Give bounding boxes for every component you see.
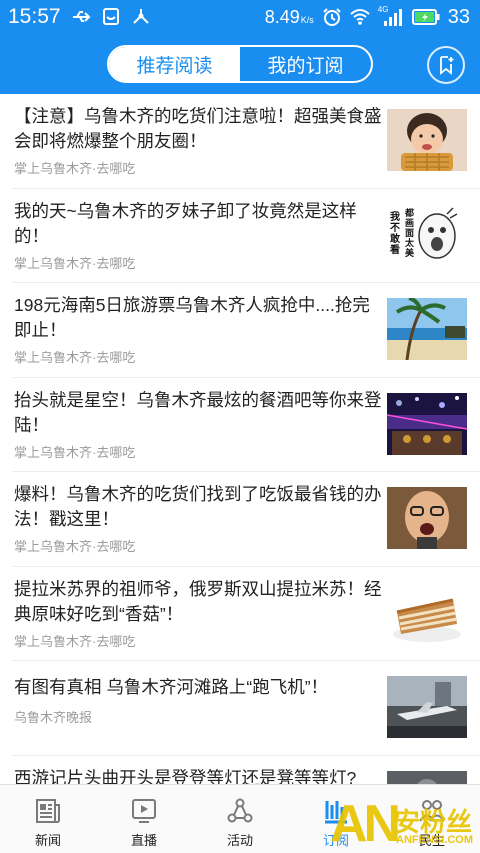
article-thumbnail — [387, 676, 467, 738]
tab-my-subscriptions[interactable]: 我的订阅 — [240, 47, 371, 81]
article-title: 提拉米苏界的祖师爷，俄罗斯双山提拉米苏！经典原味好吃到“香菇”！ — [14, 578, 382, 624]
article-source: 乌鲁木齐晚报 — [14, 710, 93, 725]
article-source: 掌上乌鲁木齐·去哪吃 — [14, 350, 136, 365]
battery-charging-icon — [411, 9, 440, 25]
article-title: 抬头就是星空！乌鲁木齐最炫的餐酒吧等你来登陆！ — [14, 389, 382, 435]
people-icon — [419, 800, 445, 822]
battery-level: 33 — [447, 5, 470, 28]
article-thumbnail: 我不敢看 都画面太美 — [387, 203, 467, 266]
status-bar: 15:57 8.49 K/s 4G 33 — [0, 0, 480, 34]
newspaper-icon — [36, 799, 60, 823]
net-speed: 8.49 — [264, 6, 300, 27]
meme-caption-left: 我不敢看 — [390, 211, 400, 256]
meme-caption-right: 都画面太美 — [405, 207, 415, 258]
tabbar-label: 订阅 — [322, 833, 349, 848]
add-bookmark-button[interactable] — [427, 46, 465, 84]
article-title: 【注意】乌鲁木齐的吃货们注意啦！超强美食盛会即将燃爆整个朋友圈！ — [14, 106, 382, 151]
tabbar-label: 民生 — [418, 833, 445, 848]
article-title: 我的天~乌鲁木齐的歹妹子卸了妆竟然是这样的！ — [14, 200, 357, 246]
tabbar-item-live[interactable]: 直播 — [96, 785, 192, 853]
tabbar-item-events[interactable]: 活动 — [192, 785, 288, 853]
article-source: 掌上乌鲁木齐·去哪吃 — [14, 633, 136, 649]
tabbar-item-news[interactable]: 新闻 — [0, 785, 96, 853]
tabbar-label: 活动 — [226, 833, 253, 848]
tabbar-label: 直播 — [130, 833, 157, 848]
article-title: 198元海南5日旅游票乌鲁木齐人疯抢中....抢完即止！ — [14, 295, 370, 340]
alarm-icon — [323, 8, 341, 26]
article-thumbnail — [387, 109, 467, 171]
notification-icon — [102, 8, 119, 25]
article-title: 有图有真相 乌鲁木齐河滩路上“跑飞机”！ — [14, 677, 329, 697]
list-item[interactable]: 提拉米苏界的祖师爷，俄罗斯双山提拉米苏！经典原味好吃到“香菇”！ 掌上乌鲁木齐·… — [12, 567, 480, 661]
article-thumbnail — [387, 298, 467, 360]
bottom-tab-bar: 新闻 直播 活动 订阅 民生 — [0, 784, 480, 853]
usb-icon — [72, 11, 90, 22]
article-title: 西游记片头曲开头是登登等灯还是凳等等灯? — [14, 767, 357, 785]
list-item[interactable]: 爆料！乌鲁木齐的吃货们找到了吃饭最省钱的办法！戳这里！ 掌上乌鲁木齐·去哪吃 — [12, 472, 480, 567]
list-item[interactable]: 西游记片头曲开头是登登等灯还是凳等等灯? — [12, 756, 480, 785]
status-time: 15:57 — [8, 5, 61, 28]
article-source: 掌上乌鲁木齐·去哪吃 — [14, 444, 136, 460]
add-bookmark-icon — [440, 56, 454, 75]
article-source: 掌上乌鲁木齐·去哪吃 — [14, 161, 136, 176]
list-item[interactable]: 有图有真相 乌鲁木齐河滩路上“跑飞机”！ 乌鲁木齐晚报 — [12, 661, 480, 756]
top-bar: 推荐阅读 我的订阅 — [0, 34, 480, 94]
article-thumbnail — [387, 392, 467, 455]
article-list: 【注意】乌鲁木齐的吃货们注意啦！超强美食盛会即将燃爆整个朋友圈！ 掌上乌鲁木齐·… — [0, 94, 480, 784]
wifi-icon — [350, 9, 370, 25]
list-item[interactable]: 【注意】乌鲁木齐的吃货们注意啦！超强美食盛会即将燃爆整个朋友圈！ 掌上乌鲁木齐·… — [12, 94, 480, 189]
share-nodes-icon — [132, 9, 149, 24]
net-unit: K/s — [300, 14, 314, 25]
bars-subscribe-icon — [325, 801, 347, 824]
play-screen-icon — [132, 799, 156, 823]
article-title: 爆料！乌鲁木齐的吃货们找到了吃饭最省钱的办法！戳这里！ — [14, 484, 382, 529]
list-item[interactable]: 我的天~乌鲁木齐的歹妹子卸了妆竟然是这样的！ 掌上乌鲁木齐·去哪吃 我不敢看 都… — [12, 189, 480, 283]
article-source: 掌上乌鲁木齐·去哪吃 — [14, 255, 136, 271]
article-source: 掌上乌鲁木齐·去哪吃 — [14, 539, 136, 554]
signal-icon — [383, 9, 402, 26]
tabbar-label: 新闻 — [34, 833, 61, 848]
tabbar-item-subscribe[interactable]: 订阅 — [288, 785, 384, 853]
tabbar-item-livelihood[interactable]: 民生 — [384, 785, 480, 853]
article-thumbnail — [387, 487, 467, 549]
network-nodes-icon — [227, 798, 253, 823]
article-thumbnail — [387, 770, 467, 784]
list-item[interactable]: 抬头就是星空！乌鲁木齐最炫的餐酒吧等你来登陆！ 掌上乌鲁木齐·去哪吃 — [12, 378, 480, 472]
tab-switcher: 推荐阅读 我的订阅 — [107, 45, 373, 83]
article-thumbnail — [387, 581, 467, 644]
tab-recommended[interactable]: 推荐阅读 — [109, 47, 240, 81]
list-item[interactable]: 198元海南5日旅游票乌鲁木齐人疯抢中....抢完即止！ 掌上乌鲁木齐·去哪吃 — [12, 283, 480, 378]
